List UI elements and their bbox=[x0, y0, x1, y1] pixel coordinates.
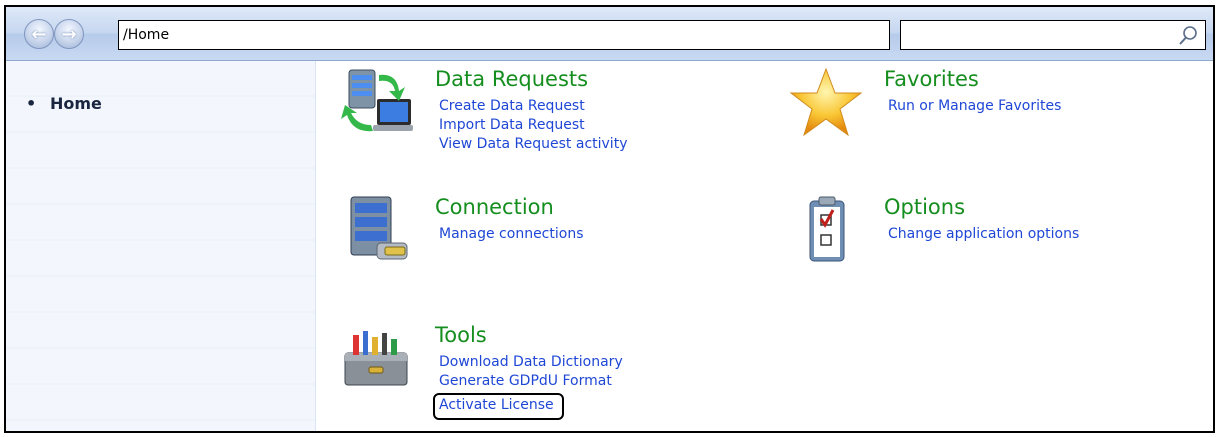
sidebar-item-label: Home bbox=[50, 94, 102, 113]
star-icon bbox=[789, 67, 863, 137]
change-application-options-link[interactable]: Change application options bbox=[888, 225, 1079, 244]
run-manage-favorites-link[interactable]: Run or Manage Favorites bbox=[888, 97, 1061, 116]
magnifier-icon[interactable] bbox=[1177, 25, 1199, 47]
group-title: Options bbox=[884, 195, 966, 219]
arrow-right-icon: → bbox=[61, 23, 77, 45]
sidebar: • Home bbox=[6, 61, 316, 431]
arrow-left-icon: ← bbox=[31, 23, 47, 45]
view-data-request-activity-link[interactable]: View Data Request activity bbox=[439, 135, 627, 154]
group-title: Data Requests bbox=[435, 67, 589, 91]
manage-connections-link[interactable]: Manage connections bbox=[439, 225, 584, 244]
download-data-dictionary-link[interactable]: Download Data Dictionary bbox=[439, 353, 623, 372]
group-title: Connection bbox=[435, 195, 554, 219]
generate-gdpdu-format-link[interactable]: Generate GDPdU Format bbox=[439, 372, 623, 391]
create-data-request-link[interactable]: Create Data Request bbox=[439, 97, 627, 116]
navigation-toolbar: ← → /Home bbox=[6, 7, 1213, 61]
clipboard-checklist-icon bbox=[809, 196, 845, 262]
address-bar[interactable]: /Home bbox=[118, 20, 890, 50]
group-title: Tools bbox=[435, 323, 487, 347]
back-button[interactable]: ← bbox=[24, 19, 54, 49]
import-data-request-link[interactable]: Import Data Request bbox=[439, 116, 627, 135]
group-title: Favorites bbox=[884, 67, 979, 91]
bullet: • bbox=[26, 94, 37, 113]
search-input[interactable] bbox=[900, 20, 1206, 50]
server-connection-icon bbox=[350, 196, 408, 260]
application-window: ← → /Home • Home Data Requests Create Da… bbox=[4, 5, 1215, 433]
data-request-sync-icon bbox=[341, 69, 413, 132]
sidebar-item-home[interactable]: • Home bbox=[26, 94, 102, 113]
forward-button[interactable]: → bbox=[54, 19, 84, 49]
activate-license-link[interactable]: Activate License bbox=[433, 393, 564, 420]
toolbox-icon bbox=[344, 331, 408, 386]
